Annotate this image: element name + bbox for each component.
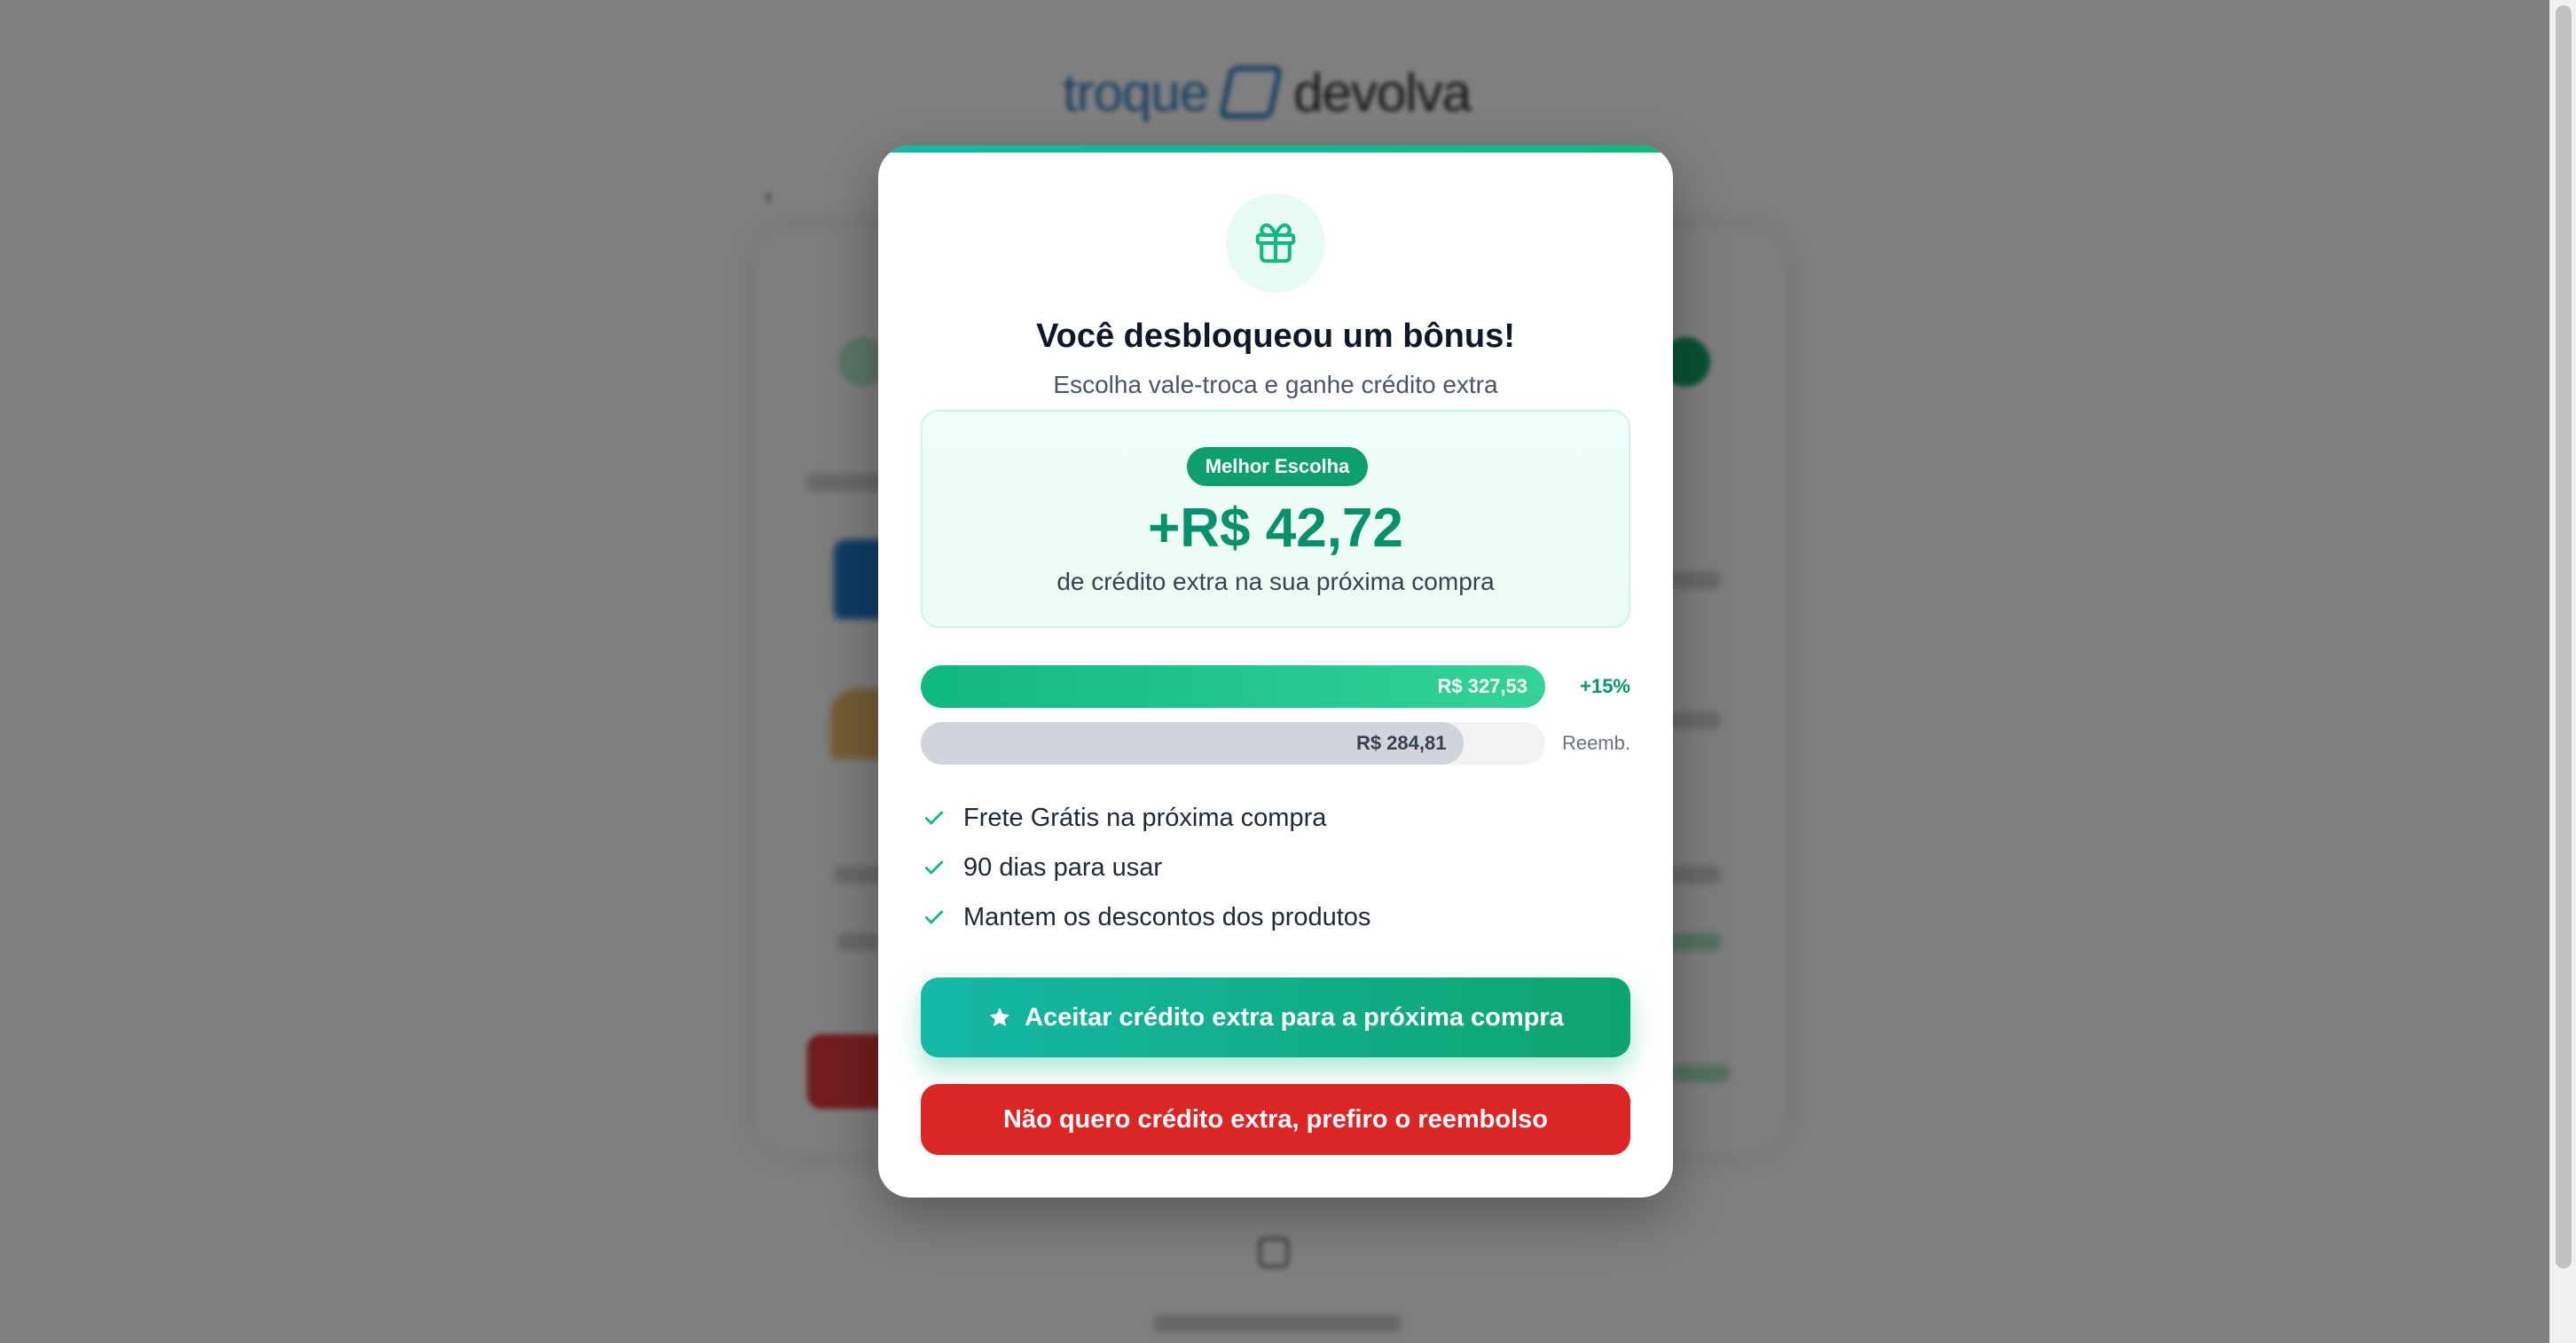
credit-bonus-percent: +15% — [1580, 675, 1630, 697]
refund-comparison-bar: R$ 284,81 Reemb. — [921, 722, 1630, 766]
page-scrollbar[interactable] — [2549, 0, 2576, 1343]
decline-refund-button[interactable]: Não quero crédito extra, prefiro o reemb… — [921, 1084, 1630, 1155]
accept-extra-credit-button[interactable]: Aceitar crédito extra para a próxima com… — [921, 978, 1630, 1057]
refund-bar-fill: R$ 284,81 — [921, 722, 1465, 765]
benefit-item: Frete Grátis na próxima compra — [921, 793, 1630, 843]
benefit-text: Frete Grátis na próxima compra — [963, 803, 1327, 832]
credit-bar-fill: R$ 327,53 — [921, 665, 1545, 708]
accept-button-label: Aceitar crédito extra para a próxima com… — [1025, 1002, 1564, 1032]
benefit-text: 90 dias para usar — [963, 852, 1163, 882]
gift-icon-badge — [1226, 193, 1325, 293]
credit-bar-track: R$ 327,53 — [921, 665, 1545, 708]
best-choice-badge: Melhor Escolha — [1187, 447, 1368, 486]
check-icon — [921, 904, 947, 931]
scrollbar-thumb[interactable] — [2556, 5, 2572, 1268]
benefit-item: Mantem os descontos dos produtos — [921, 892, 1630, 942]
refund-label: Reemb. — [1561, 732, 1630, 754]
benefit-item: 90 dias para usar — [921, 843, 1630, 892]
modal-subtitle: Escolha vale-troca e ganhe crédito extra — [1053, 371, 1498, 398]
refund-bar-track: R$ 284,81 — [921, 722, 1545, 765]
check-icon — [921, 854, 947, 881]
star-icon — [990, 1007, 1010, 1026]
gift-icon — [1255, 223, 1296, 263]
offer-highlight-box: Melhor Escolha +R$ 42,72 de crédito extr… — [921, 410, 1630, 628]
modal-title: Você desbloqueou um bônus! — [1036, 318, 1515, 355]
credit-comparison-bar: R$ 327,53 +15% — [921, 665, 1630, 710]
benefit-text: Mantem os descontos dos produtos — [963, 902, 1371, 931]
modal-accent-bar — [878, 145, 1673, 153]
check-icon — [921, 805, 947, 831]
extra-credit-amount: +R$ 42,72 — [1148, 498, 1403, 559]
bonus-modal: Você desbloqueou um bônus! Escolha vale-… — [878, 145, 1673, 1198]
extra-credit-description: de crédito extra na sua próxima compra — [1056, 568, 1495, 595]
benefits-list: Frete Grátis na próxima compra 90 dias p… — [921, 793, 1630, 942]
